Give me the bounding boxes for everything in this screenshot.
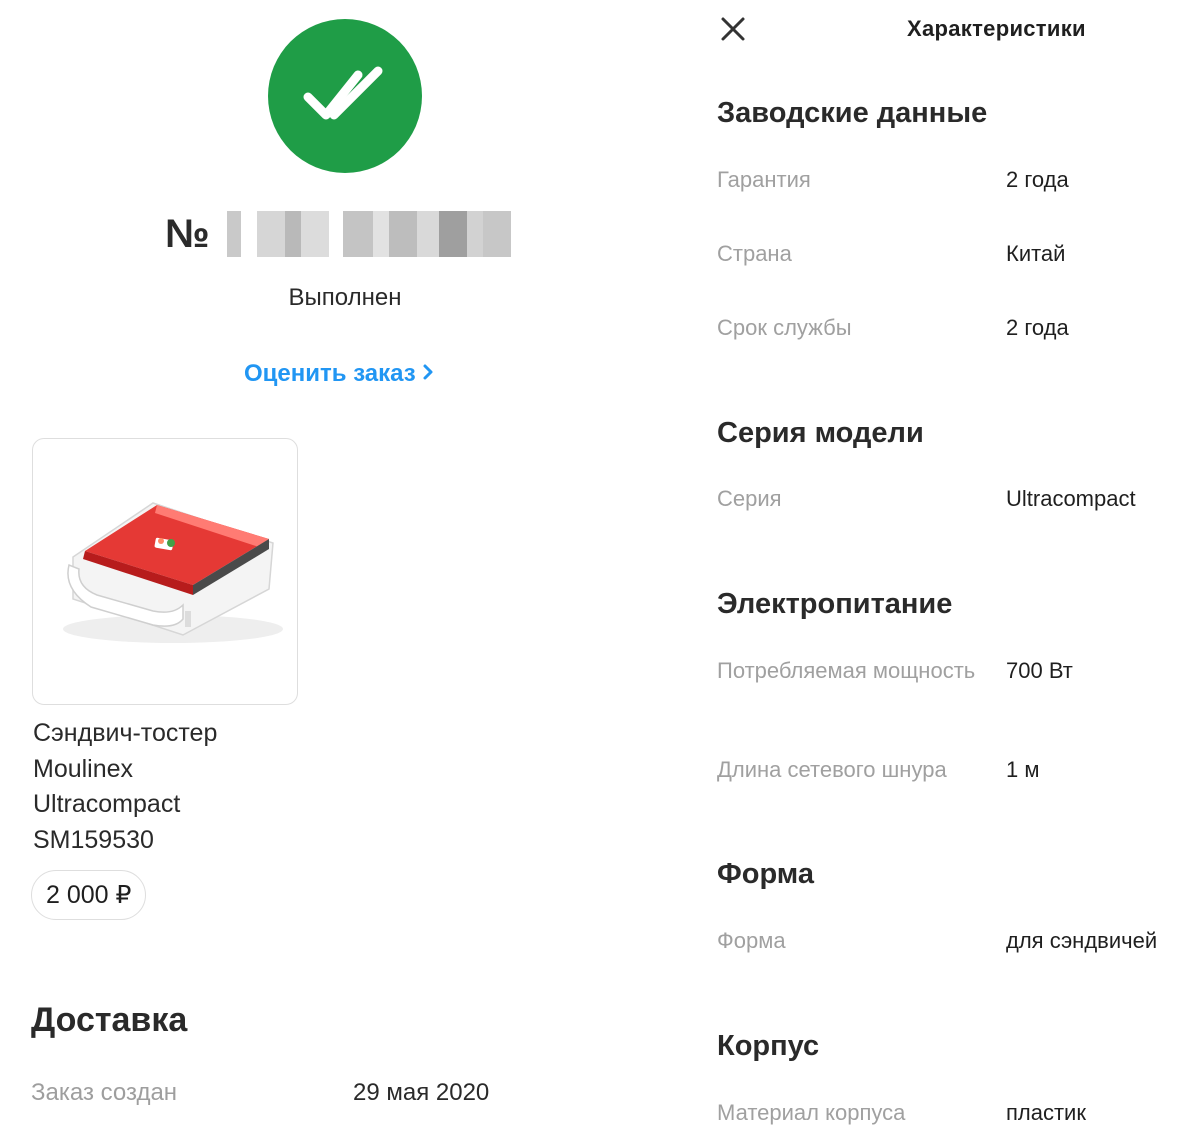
spec-value: пластик — [1006, 1100, 1086, 1125]
order-details-panel: № Выполнен Оценить заказ Сэндвич-тостер … — [0, 0, 690, 1127]
order-number-redacted — [226, 210, 511, 258]
spec-label: Материал корпуса — [717, 1100, 906, 1125]
spec-section-title: Заводские данные — [717, 97, 988, 129]
order-number: № — [165, 206, 511, 262]
spec-value: Ultracompact — [1006, 486, 1136, 511]
product-image-card[interactable] — [32, 438, 298, 705]
spec-label: Срок службы — [717, 315, 852, 340]
order-created-value: 29 мая 2020 — [353, 1079, 490, 1106]
spec-label: Гарантия — [717, 167, 811, 192]
chevron-right-icon — [422, 360, 434, 388]
order-status: Выполнен — [288, 284, 402, 311]
rate-order-label: Оценить заказ — [244, 360, 416, 387]
spec-section-title: Корпус — [717, 1030, 820, 1062]
spec-section-title: Электропитание — [717, 588, 953, 620]
spec-section-title: Форма — [717, 858, 814, 890]
spec-label: Серия — [717, 486, 782, 511]
spec-value: 1 м — [1006, 757, 1040, 782]
rate-order-link[interactable]: Оценить заказ — [244, 360, 434, 388]
spec-value: 700 Вт — [1006, 658, 1073, 683]
product-name-line: Ultracompact — [33, 790, 181, 818]
close-icon[interactable] — [716, 12, 750, 46]
spec-label: Длина сетевого шнура — [717, 757, 947, 782]
order-created-label: Заказ создан — [31, 1079, 178, 1106]
spec-value: 2 года — [1006, 167, 1069, 192]
delivery-section-title: Доставка — [31, 1001, 188, 1039]
product-name-line: Сэндвич-тостер — [33, 719, 218, 747]
spec-label: Потребляемая мощность — [717, 658, 976, 683]
specifications-title: Характеристики — [907, 16, 1086, 41]
spec-label: Страна — [717, 241, 792, 266]
product-name-line: Moulinex — [33, 754, 134, 783]
spec-value: для сэндвичей — [1006, 928, 1158, 953]
double-check-icon — [303, 66, 383, 120]
spec-value: 2 года — [1006, 315, 1069, 340]
product-name-line: SM159530 — [33, 825, 154, 854]
product-price: 2 000 ₽ — [31, 870, 147, 920]
spec-label: Форма — [717, 928, 786, 953]
order-number-prefix: № — [165, 211, 211, 256]
order-complete-badge — [268, 19, 422, 173]
spec-value: Китай — [1006, 241, 1066, 266]
product-name[interactable]: Сэндвич-тостер Moulinex Ultracompact SM1… — [33, 716, 217, 858]
specifications-panel: Характеристики Заводские данные Гарантия… — [690, 0, 1200, 1127]
spec-section-title: Серия модели — [717, 417, 924, 449]
sandwich-toaster-image — [63, 502, 283, 643]
